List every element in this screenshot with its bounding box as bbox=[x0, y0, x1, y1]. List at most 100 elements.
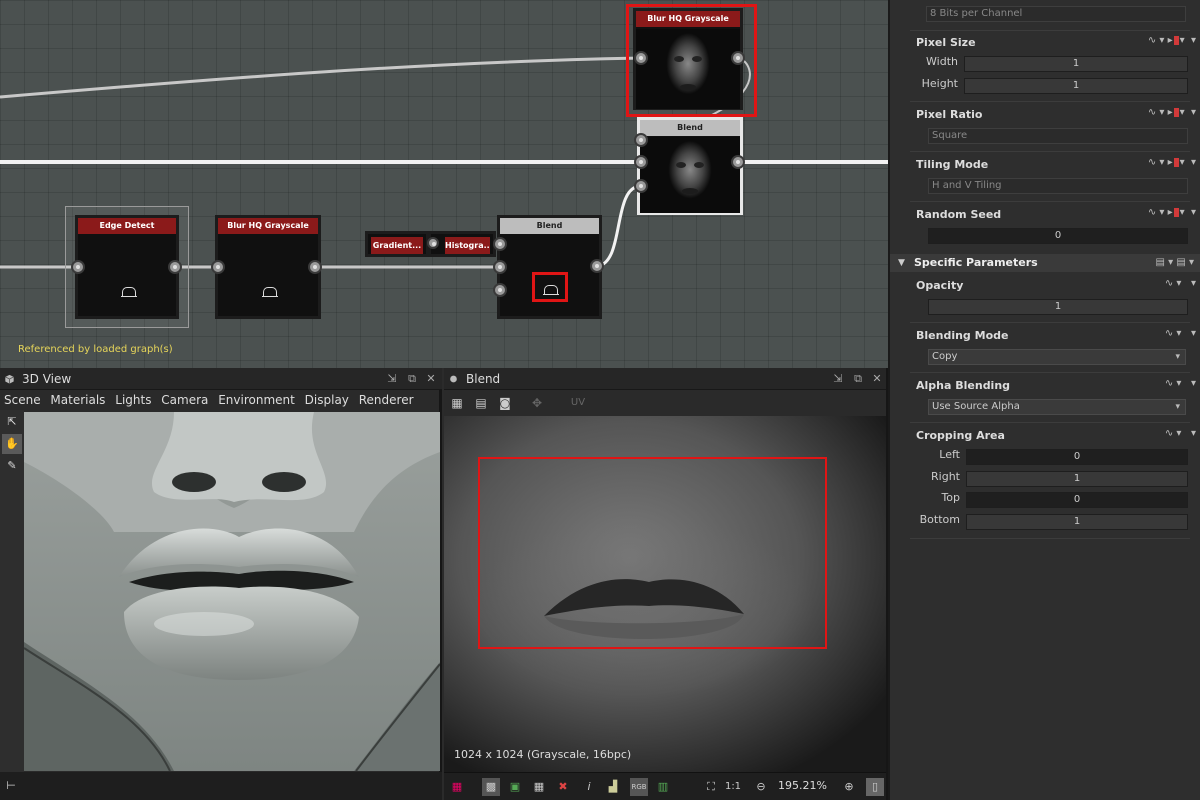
param-controls[interactable]: ∿ ▾ ▾ bbox=[1165, 328, 1196, 339]
2d-view-status-bar: ▦ ▩ ▣ ▦ ✖ i ▟ RGB ▥ ⛶ 1:1 ⊖ 195.21% ⊕ ▯ bbox=[444, 772, 886, 800]
param-controls[interactable]: ∿ ▾ ▸ ▾ ▾ bbox=[1148, 107, 1196, 118]
uv-dropdown[interactable]: UV bbox=[564, 394, 592, 412]
menu-lights[interactable]: Lights bbox=[115, 393, 151, 407]
mask-input-port[interactable] bbox=[634, 179, 648, 193]
foreground-input-port[interactable] bbox=[493, 237, 507, 251]
node-gradient[interactable]: Gradient... bbox=[365, 231, 429, 257]
2d-view-title: Blend bbox=[466, 372, 501, 386]
output-port[interactable] bbox=[731, 155, 745, 169]
param-controls[interactable]: ∿ ▾ ▸ ▾ ▾ bbox=[1148, 35, 1196, 46]
export-icon[interactable]: ⇱ bbox=[2, 412, 22, 432]
crop-top-slider[interactable]: 0 bbox=[966, 492, 1188, 508]
zoom-in-icon[interactable]: ⊕ bbox=[840, 778, 858, 796]
fit-view-icon[interactable]: ⛶ bbox=[702, 778, 720, 796]
mask-input-port[interactable] bbox=[493, 283, 507, 297]
transform-icon[interactable]: ✥ bbox=[528, 394, 546, 412]
output-port[interactable] bbox=[308, 260, 322, 274]
menu-camera[interactable]: Camera bbox=[161, 393, 208, 407]
copy-view-icon[interactable]: ▦ bbox=[448, 394, 466, 412]
input-port[interactable] bbox=[427, 237, 439, 249]
graph-editor[interactable]: Blur HQ Grayscale Blend Edge Detect Blur… bbox=[0, 0, 888, 368]
tiling-mode-field[interactable]: H and V Tiling bbox=[928, 178, 1188, 194]
menu-materials[interactable]: Materials bbox=[50, 393, 105, 407]
ratio-button[interactable]: 1:1 bbox=[724, 778, 742, 796]
node-blend-top[interactable]: Blend bbox=[637, 117, 743, 215]
restore-window-icon[interactable]: ⧉ bbox=[404, 371, 420, 387]
opacity-label: Opacity bbox=[916, 279, 964, 292]
node-blur-hq-bottom[interactable]: Blur HQ Grayscale bbox=[215, 215, 321, 319]
crop-left-slider[interactable]: 0 bbox=[966, 449, 1188, 465]
2d-view-panel: Blend ⇲ ⧉ ✕ ▦ ▤ ◙ ✥ UV 1024 x 1024 (Gray… bbox=[444, 368, 888, 800]
menu-display[interactable]: Display bbox=[305, 393, 349, 407]
3d-view-menubar: Scene Materials Lights Camera Environmen… bbox=[0, 390, 442, 410]
section-controls[interactable]: ▤ ▾ ▤ ▾ bbox=[1156, 254, 1194, 272]
opacity-slider[interactable]: 1 bbox=[928, 299, 1188, 315]
3d-view-title-bar: 3D View ⇲ ⧉ ✕ bbox=[0, 368, 442, 390]
info-icon[interactable]: i bbox=[580, 778, 598, 796]
crop-right-label: Right bbox=[931, 470, 960, 483]
menu-renderer[interactable]: Renderer bbox=[359, 393, 414, 407]
width-slider[interactable]: 1 bbox=[964, 56, 1188, 72]
layout-icon[interactable]: ⊢ bbox=[2, 777, 20, 795]
2d-view-title-bar: Blend ⇲ ⧉ ✕ bbox=[444, 368, 886, 390]
zoom-out-icon[interactable]: ⊖ bbox=[752, 778, 770, 796]
collapse-arrow-icon: ▼ bbox=[898, 258, 905, 268]
random-seed-slider[interactable]: 0 bbox=[928, 228, 1188, 244]
pixel-ratio-field[interactable]: Square bbox=[928, 128, 1188, 144]
node-edge-detect[interactable]: Edge Detect bbox=[75, 215, 179, 319]
node-thumbnail-face bbox=[640, 137, 740, 213]
camera-icon[interactable]: ◙ bbox=[496, 394, 514, 412]
disable-icon[interactable]: ✖ bbox=[554, 778, 572, 796]
pin-icon[interactable]: ⇲ bbox=[830, 371, 846, 387]
specific-parameters-header[interactable]: ▼ Specific Parameters ▤ ▾ ▤ ▾ bbox=[890, 254, 1200, 272]
color-icon[interactable]: ▣ bbox=[506, 778, 524, 796]
alpha-blending-dropdown[interactable]: Use Source Alpha bbox=[928, 399, 1186, 415]
input-port[interactable] bbox=[211, 260, 225, 274]
node-title: Histogra... bbox=[445, 237, 490, 254]
output-port[interactable] bbox=[590, 259, 604, 273]
random-seed-label: Random Seed bbox=[916, 208, 1002, 221]
param-controls[interactable]: ∿ ▾ ▾ bbox=[1165, 428, 1196, 439]
tiling-icon[interactable]: ▦ bbox=[530, 778, 548, 796]
close-icon[interactable]: ✕ bbox=[423, 371, 439, 387]
layout-toggle-icon[interactable]: ▯ bbox=[866, 778, 884, 796]
param-controls[interactable]: ∿ ▾ ▸ ▾ ▾ bbox=[1148, 207, 1196, 218]
output-port[interactable] bbox=[168, 260, 182, 274]
menu-scene[interactable]: Scene bbox=[4, 393, 41, 407]
3d-view-panel: 3D View ⇲ ⧉ ✕ Scene Materials Lights Cam… bbox=[0, 368, 442, 800]
menu-environment[interactable]: Environment bbox=[218, 393, 295, 407]
checker-background-icon[interactable]: ▩ bbox=[482, 778, 500, 796]
crop-bottom-slider[interactable]: 1 bbox=[966, 514, 1188, 530]
node-blend-bottom[interactable]: Blend bbox=[497, 215, 602, 319]
save-image-icon[interactable]: ▤ bbox=[472, 394, 490, 412]
foreground-input-port[interactable] bbox=[634, 133, 648, 147]
output-format-field[interactable]: 8 Bits per Channel bbox=[926, 6, 1186, 22]
rgb-icon[interactable]: RGB bbox=[630, 778, 648, 796]
hand-tool-icon[interactable]: ✋ bbox=[2, 434, 22, 454]
param-controls[interactable]: ∿ ▾ ▸ ▾ ▾ bbox=[1148, 157, 1196, 168]
close-icon[interactable]: ✕ bbox=[869, 371, 885, 387]
restore-window-icon[interactable]: ⧉ bbox=[850, 371, 866, 387]
histogram-icon[interactable]: ▟ bbox=[604, 778, 622, 796]
param-controls[interactable]: ∿ ▾ ▾ bbox=[1165, 278, 1196, 289]
divider bbox=[910, 372, 1190, 373]
background-input-port[interactable] bbox=[493, 260, 507, 274]
zoom-level[interactable]: 195.21% bbox=[778, 779, 827, 792]
height-slider[interactable]: 1 bbox=[964, 78, 1188, 94]
input-port[interactable] bbox=[71, 260, 85, 274]
background-input-port[interactable] bbox=[634, 155, 648, 169]
pixel-ratio-label: Pixel Ratio bbox=[916, 108, 983, 121]
3d-render-viewport[interactable] bbox=[24, 412, 440, 771]
highlight-box-lips bbox=[478, 457, 827, 649]
alpha-icon[interactable]: ▥ bbox=[654, 778, 672, 796]
height-label: Height bbox=[921, 77, 958, 90]
specific-parameters-label: Specific Parameters bbox=[914, 256, 1038, 269]
node-icon bbox=[450, 375, 457, 383]
pin-icon[interactable]: ⇲ bbox=[384, 371, 400, 387]
referenced-graph-note: Referenced by loaded graph(s) bbox=[18, 344, 173, 355]
param-controls[interactable]: ∿ ▾ ▾ bbox=[1165, 378, 1196, 389]
light-tool-icon[interactable]: ✎ bbox=[2, 456, 22, 476]
blending-mode-dropdown[interactable]: Copy bbox=[928, 349, 1186, 365]
channels-icon[interactable]: ▦ bbox=[448, 778, 466, 796]
crop-right-slider[interactable]: 1 bbox=[966, 471, 1188, 487]
